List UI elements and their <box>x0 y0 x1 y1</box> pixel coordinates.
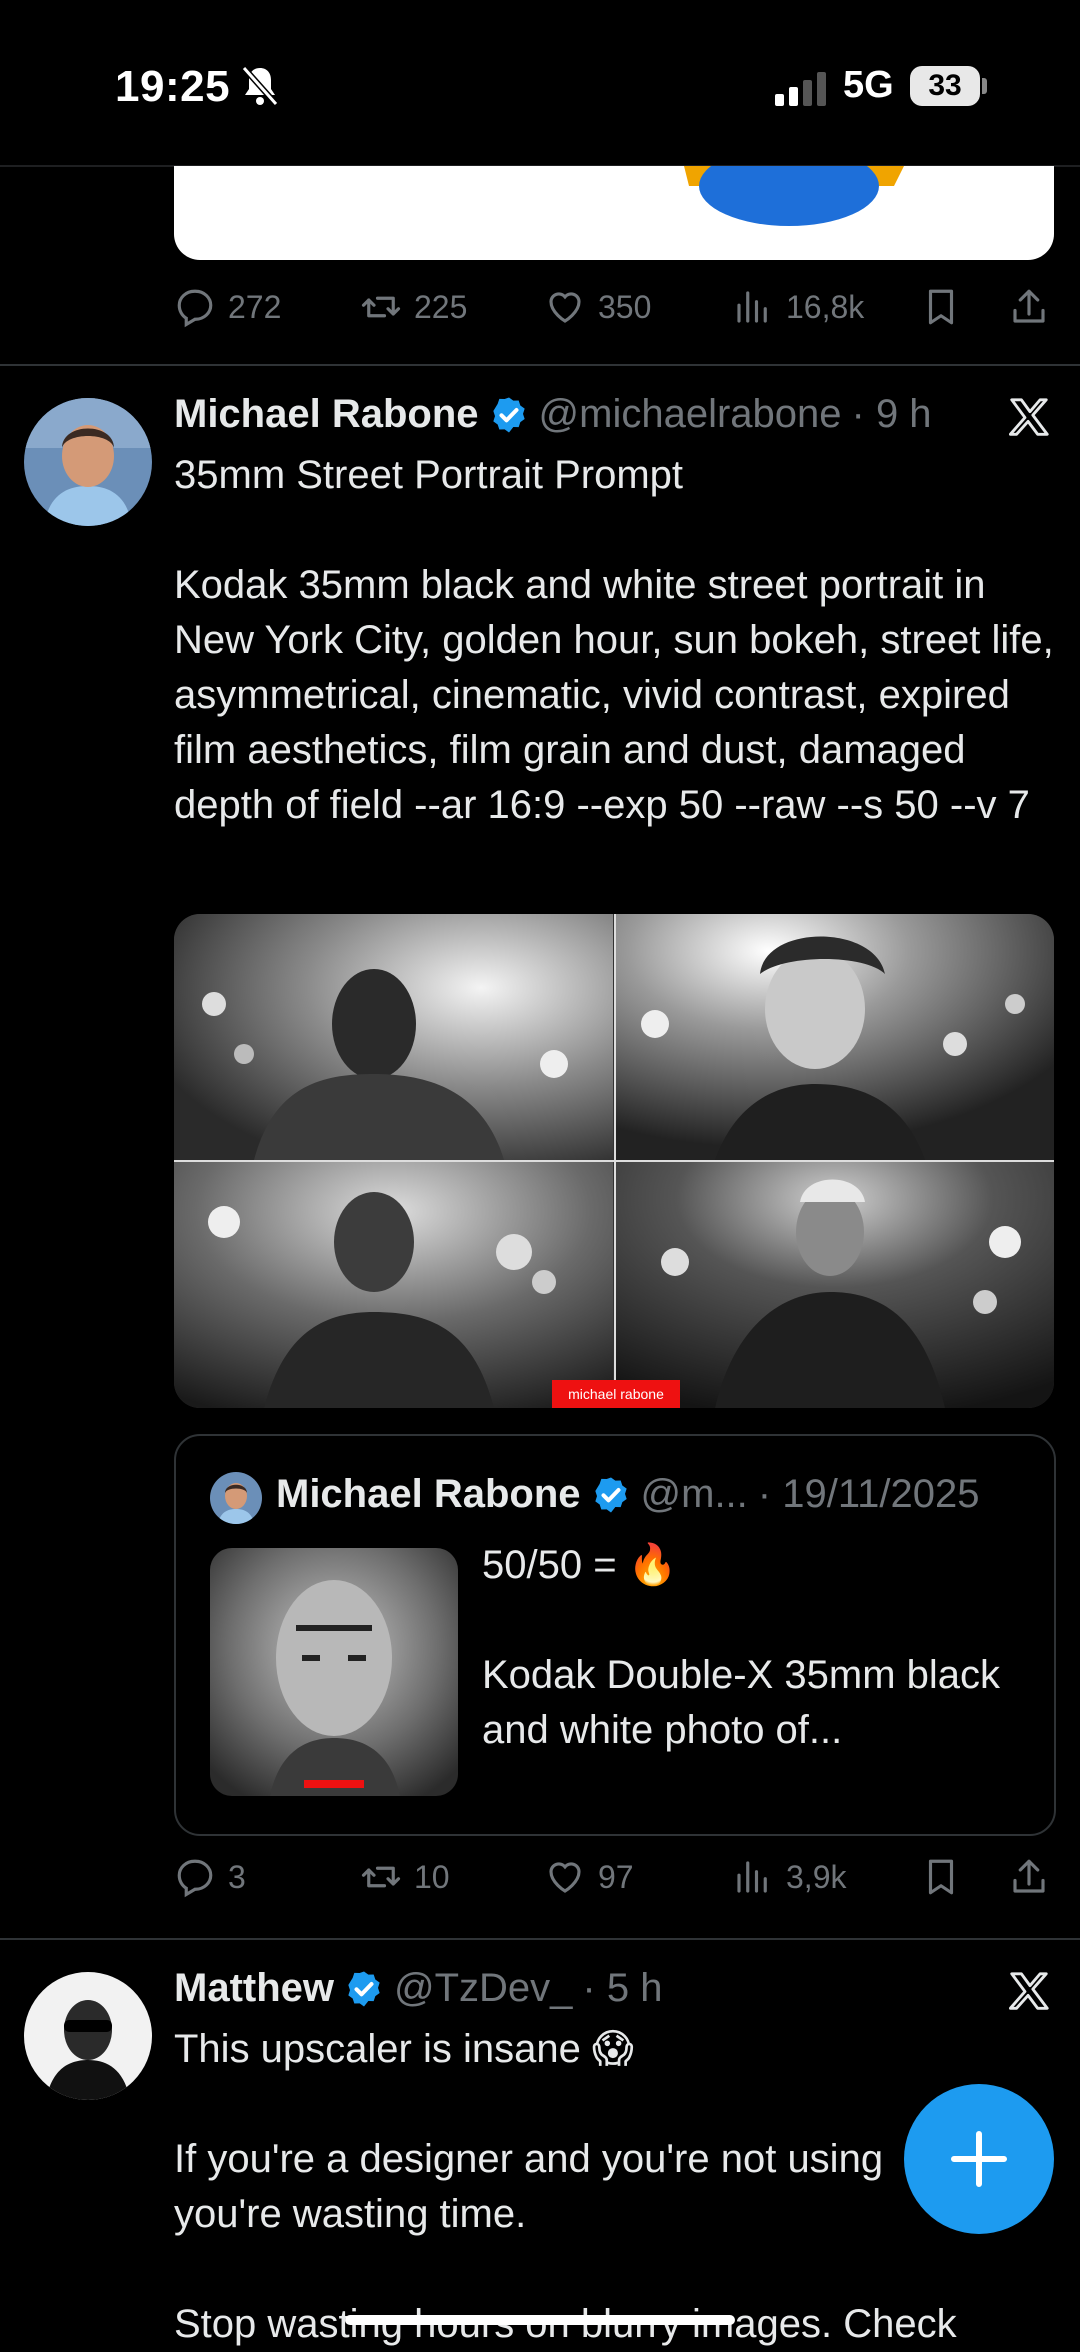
tweet-text-line3: you're wasting time. <box>174 2192 527 2236</box>
like-button[interactable]: 350 <box>544 286 651 328</box>
quote-author-name: Michael Rabone <box>276 1472 581 1516</box>
tweet-divider <box>0 1938 1080 1940</box>
quote-date: · 19/11/2025 <box>757 1472 980 1516</box>
views-count: 16,8k <box>786 288 865 325</box>
author-handle[interactable]: @michaelrabone <box>539 392 842 437</box>
x-logo-icon[interactable] <box>1006 1968 1052 2014</box>
quote-text-line2: Kodak Double-X 35mm black and white phot… <box>482 1653 1001 1752</box>
like-button[interactable]: 97 <box>544 1856 634 1898</box>
compose-button[interactable] <box>904 2084 1054 2234</box>
tweet-time: · 5 h <box>582 1966 663 2010</box>
avatar[interactable] <box>24 1972 152 2100</box>
reply-icon <box>177 1859 213 1898</box>
share-icon <box>1013 1859 1045 1893</box>
repost-count: 10 <box>414 1858 450 1895</box>
tweet-text-line1: This upscaler is insane 😱 <box>174 2027 634 2071</box>
views-icon <box>737 291 767 323</box>
plus-icon <box>951 2131 1007 2187</box>
views-icon <box>737 1861 767 1893</box>
share-button[interactable] <box>1008 286 1050 328</box>
heart-icon <box>549 292 581 323</box>
views-button[interactable]: 16,8k <box>732 286 864 328</box>
reply-count: 3 <box>228 1858 246 1895</box>
tweet-text-line2: If you're a designer and you're not usin… <box>174 2137 884 2181</box>
views-count: 3,9k <box>786 1858 847 1895</box>
tweet-divider <box>0 364 1080 366</box>
battery-nub <box>982 78 987 94</box>
grid-divider-v <box>614 914 616 1408</box>
tweet-text: 35mm Street Portrait Prompt Kodak 35mm b… <box>174 453 1054 827</box>
author-handle[interactable]: @TzDev_ <box>394 1966 572 2011</box>
verified-badge-icon <box>348 1971 380 2006</box>
signal-icon <box>775 72 827 106</box>
previous-tweet-actions: 272 225 350 16,8k <box>174 278 1054 338</box>
watermark-label: michael rabone <box>552 1380 680 1408</box>
bookmark-button[interactable] <box>920 1856 962 1898</box>
repost-count: 225 <box>414 288 468 325</box>
share-button[interactable] <box>1008 1856 1050 1898</box>
bookmark-button[interactable] <box>920 286 962 328</box>
bookmark-icon <box>928 1859 954 1895</box>
photo-2[interactable] <box>615 914 1054 1160</box>
verified-badge-icon <box>492 397 525 432</box>
quote-handle: @m... <box>640 1472 748 1516</box>
repost-button[interactable]: 225 <box>360 286 467 328</box>
author-name[interactable]: Michael Rabone <box>174 392 479 437</box>
reply-button[interactable]: 3 <box>174 1856 246 1898</box>
tweet-header: Michael Rabone @michaelrabone · 9 h <box>174 392 932 437</box>
photo-3[interactable] <box>174 1162 613 1408</box>
status-time: 19:25 <box>115 62 231 111</box>
repost-icon <box>361 1866 401 1888</box>
repost-icon <box>361 296 401 318</box>
home-indicator[interactable] <box>345 2315 735 2325</box>
tweet-header: Matthew @TzDev_ · 5 h <box>174 1966 662 2011</box>
share-icon <box>1013 289 1045 323</box>
views-button[interactable]: 3,9k <box>732 1856 846 1898</box>
reply-icon <box>177 289 213 328</box>
quote-image[interactable] <box>210 1548 458 1796</box>
tweet-actions: 3 10 97 3,9k <box>174 1848 1054 1908</box>
quote-text-line1: 50/50 = 🔥 <box>482 1543 678 1587</box>
tweet-time: · 9 h <box>851 392 932 436</box>
quote-avatar <box>210 1472 262 1524</box>
repost-button[interactable]: 10 <box>360 1856 450 1898</box>
quote-header: Michael Rabone @m... · 19/11/2025 <box>276 1472 979 1517</box>
author-name[interactable]: Matthew <box>174 1966 334 2011</box>
verified-badge-icon <box>594 1477 627 1512</box>
avatar[interactable] <box>24 398 152 526</box>
photo-4[interactable] <box>615 1162 1054 1408</box>
reply-count: 272 <box>228 288 282 325</box>
photo-1[interactable] <box>174 914 613 1160</box>
like-count: 350 <box>598 288 652 325</box>
heart-icon <box>549 1862 581 1893</box>
bookmark-icon <box>928 289 954 325</box>
network-type: 5G <box>843 64 894 106</box>
x-logo-icon[interactable] <box>1006 394 1052 440</box>
previous-tweet-image[interactable] <box>174 166 1054 260</box>
battery-indicator: 33 <box>910 66 980 106</box>
like-count: 97 <box>598 1858 634 1895</box>
bell-muted-icon <box>240 64 280 108</box>
reply-button[interactable]: 272 <box>174 286 281 328</box>
